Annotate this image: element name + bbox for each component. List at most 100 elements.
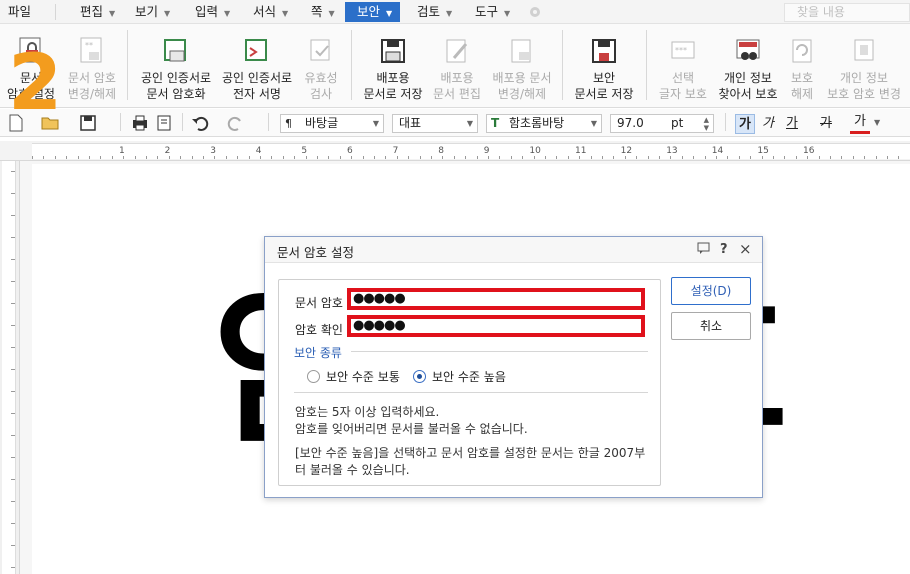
save-icon[interactable] <box>78 113 98 133</box>
confirm-password-input[interactable]: ●●●●● <box>347 315 645 337</box>
secure-save-icon <box>589 36 619 66</box>
password-label: 문서 암호 <box>295 296 343 310</box>
ruler-tick <box>761 156 763 159</box>
ruler-number: 3 <box>210 146 216 156</box>
distribute-change-button[interactable]: 배포용 문서 변경/해제 <box>487 26 557 104</box>
style-combo[interactable]: ¶ 바탕글 ▼ <box>280 114 384 133</box>
horizontal-ruler: 1 2 3 4 5 6 7 8 9 10 11 12 13 14 15 16 <box>0 141 910 161</box>
ruler-tick <box>11 347 15 348</box>
doc-password-change-button[interactable]: ** 문서 암호 변경/해제 <box>62 26 122 104</box>
chat-icon[interactable] <box>697 242 710 258</box>
privacy-password-change-button[interactable]: 개인 정보 보호 암호 변경 <box>822 26 906 104</box>
undo-icon[interactable] <box>190 113 210 133</box>
protect-text-button[interactable]: *** 선택 글자 보호 <box>652 26 714 104</box>
toolbar-divider <box>120 113 121 131</box>
font-size-field[interactable]: 97.0 pt ▲ ▼ <box>610 114 714 133</box>
menu-tools[interactable]: 도구 ▼ <box>471 2 514 22</box>
password-input[interactable]: ●●●●● <box>347 288 645 310</box>
ruler-tick <box>11 193 15 194</box>
ruler-tick <box>476 156 478 159</box>
ruler-tick <box>11 457 15 458</box>
search-input[interactable]: 찾을 내용 <box>784 3 910 22</box>
close-icon[interactable]: × <box>739 240 752 258</box>
menu-bar: 파일 편집 ▼ 보기 ▼ 입력 ▼ 서식 ▼ 쪽 ▼ 보안 ▼ 검토 ▼ 도구 ▼ 찾을 내용 <box>0 0 910 24</box>
chevron-down-icon: ▼ <box>590 119 597 128</box>
ruler-tick <box>134 156 136 159</box>
italic-button[interactable]: 가 <box>758 114 778 134</box>
ruler-tick <box>773 156 774 159</box>
ruler-tick <box>864 156 866 159</box>
ruler-tick <box>271 156 273 159</box>
help-icon[interactable]: ? <box>720 242 728 257</box>
menu-review[interactable]: 검토 ▼ <box>413 2 456 22</box>
ruler-tick <box>396 156 398 159</box>
distribute-edit-button[interactable]: 배포용 문서 편집 <box>427 26 487 104</box>
open-folder-icon[interactable] <box>40 113 60 133</box>
menu-file[interactable]: 파일 <box>4 2 35 22</box>
print-icon[interactable] <box>130 113 150 133</box>
menu-edit[interactable]: 편집 ▼ <box>76 2 119 22</box>
language-combo[interactable]: 대표 ▼ <box>392 114 478 133</box>
ribbon-divider <box>646 30 647 100</box>
cert-sign-button[interactable]: 공인 인증서로 전자 서명 <box>217 26 297 104</box>
menu-view[interactable]: 보기 ▼ <box>131 2 174 22</box>
ruler-number: 10 <box>529 146 541 156</box>
ruler-number: 4 <box>255 146 262 156</box>
ruler-tick <box>750 156 752 159</box>
ruler-tick <box>11 501 15 502</box>
settings-gear-icon[interactable] <box>528 5 542 19</box>
menu-divider <box>55 4 56 20</box>
ruler-tick <box>54 156 56 159</box>
privacy-find-button[interactable]: 개인 정보 찾아서 보호 <box>714 26 782 104</box>
dialog-settings-panel: 문서 암호 ●●●●● 암호 확인 ●●●●● 보안 종류 보안 수준 보통 보… <box>278 279 661 486</box>
set-button[interactable]: 설정(D) <box>671 277 751 305</box>
menu-security[interactable]: 보안 ▼ <box>345 2 400 22</box>
secure-save-button[interactable]: 보안 문서로 저장 <box>568 26 640 104</box>
chevron-down-icon[interactable]: ▼ <box>874 118 880 127</box>
unprotect-button[interactable]: 보호 해제 <box>782 26 822 104</box>
ruler-tick <box>556 156 558 159</box>
menu-format[interactable]: 서식 ▼ <box>249 2 292 22</box>
ruler-tick <box>727 156 729 159</box>
ruler-tick <box>716 156 717 159</box>
ruler-number: 14 <box>711 146 724 156</box>
cert-encrypt-button[interactable]: 공인 인증서로 문서 암호화 <box>136 26 216 104</box>
new-doc-icon[interactable] <box>6 113 26 133</box>
distribute-save-button[interactable]: 배포용 문서로 저장 <box>359 26 427 104</box>
ruler-tick <box>533 156 535 159</box>
strikethrough-button[interactable]: 가 <box>816 114 836 134</box>
notes-divider <box>294 392 648 393</box>
ruler-tick <box>123 156 125 159</box>
validate-icon <box>306 36 336 66</box>
radio-security-high[interactable]: 보안 수준 높음 <box>413 368 506 385</box>
ruler-number: 13 <box>666 146 678 156</box>
ruler-tick <box>11 413 15 414</box>
ruler-number: 6 <box>347 146 353 156</box>
ruler-tick <box>545 156 546 159</box>
menu-insert[interactable]: 입력 ▼ <box>191 2 234 22</box>
validate-button[interactable]: 유효성 검사 <box>297 26 345 104</box>
redo-icon[interactable] <box>226 113 246 133</box>
radio-security-normal[interactable]: 보안 수준 보통 <box>307 368 400 385</box>
ruler-tick <box>362 156 364 159</box>
ruler-tick <box>499 156 501 159</box>
note-min-length: 암호는 5자 이상 입력하세요. <box>295 405 440 419</box>
privacy-find-icon <box>733 36 763 66</box>
underline-button[interactable]: 가 <box>782 114 802 134</box>
ruler-tick <box>11 281 15 282</box>
ruler-tick <box>328 156 330 159</box>
ruler-tick <box>11 545 15 546</box>
ruler-tick <box>43 156 45 159</box>
bold-button[interactable]: 가 <box>735 114 755 134</box>
cancel-button[interactable]: 취소 <box>671 312 751 340</box>
ruler-tick <box>282 156 284 159</box>
menu-page[interactable]: 쪽 ▼ <box>307 2 339 22</box>
font-color-button[interactable]: 가 <box>850 114 870 134</box>
ruler-tick <box>32 156 33 159</box>
ruler-scale: 1 2 3 4 5 6 7 8 9 10 11 12 13 14 15 16 <box>32 143 910 159</box>
ruler-tick <box>100 156 102 159</box>
spinner-icon[interactable]: ▲ ▼ <box>704 116 709 132</box>
ruler-tick <box>830 156 831 159</box>
print-preview-icon[interactable] <box>154 113 174 133</box>
font-combo[interactable]: T 함초롬바탕 ▼ <box>486 114 602 133</box>
